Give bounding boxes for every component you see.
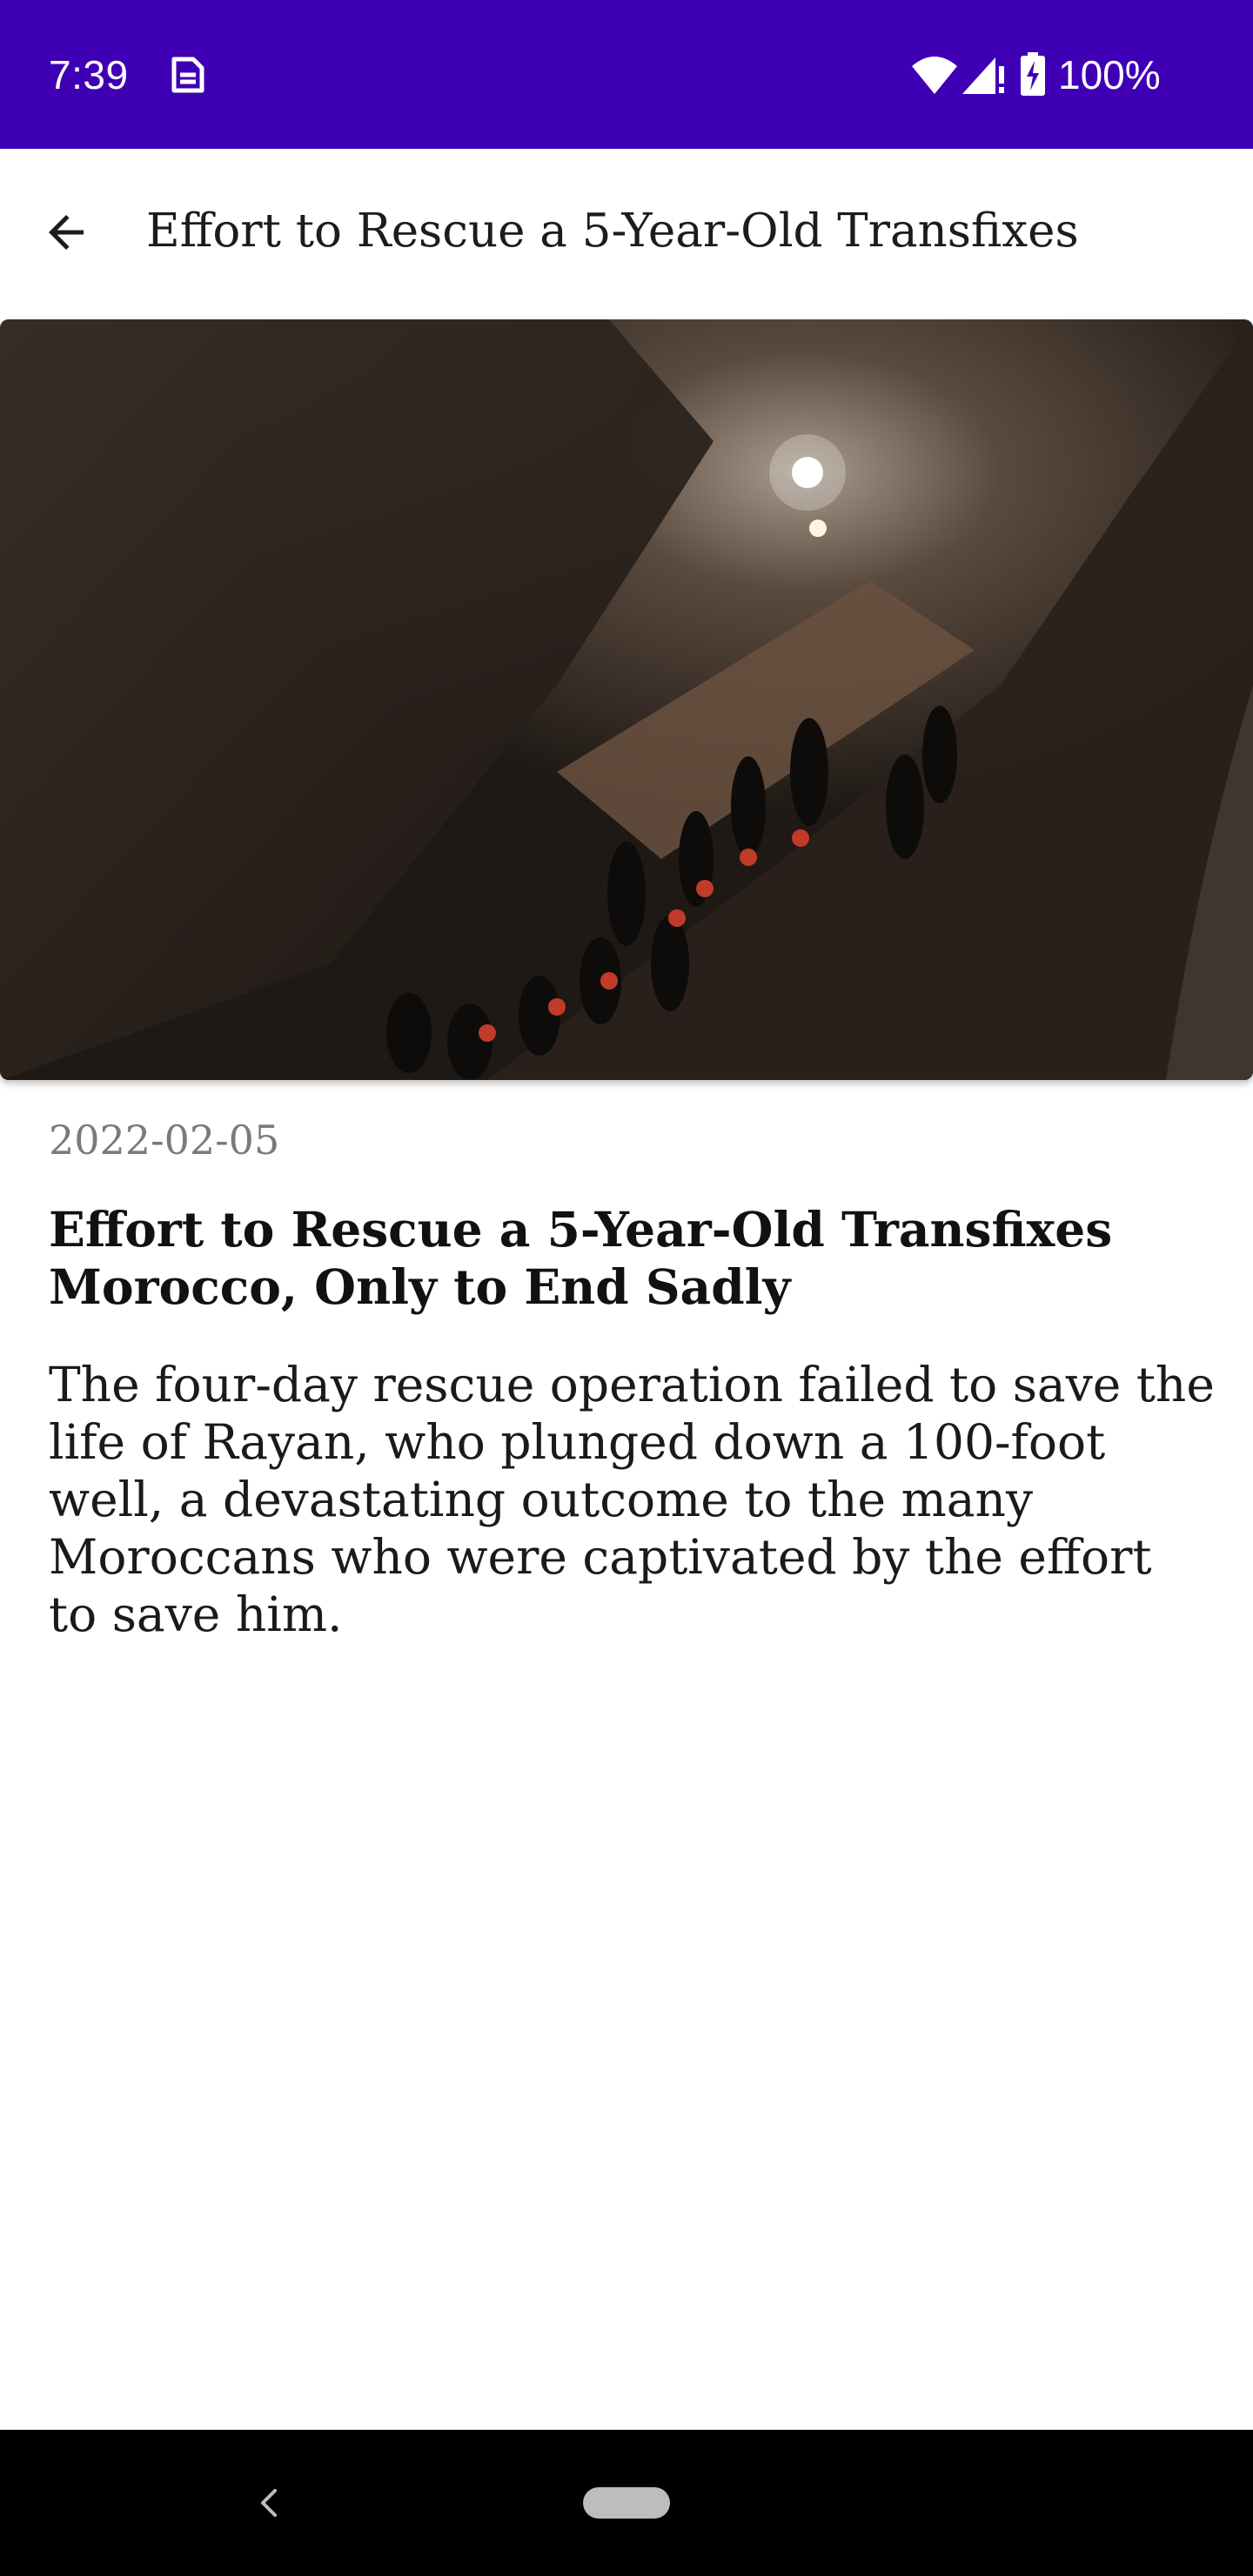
sim-card-icon xyxy=(167,54,207,96)
article-hero-image xyxy=(0,319,1253,1080)
article-body: The four-day rescue operation failed to … xyxy=(49,1357,1215,1642)
battery-percentage: 100% xyxy=(1058,52,1161,97)
status-time: 7:39 xyxy=(49,52,129,97)
back-button[interactable] xyxy=(21,187,111,278)
wifi-icon xyxy=(910,54,959,96)
status-bar: 7:39 100% xyxy=(0,0,1253,149)
system-navigation-bar xyxy=(0,2430,1253,2576)
article-title: Effort to Rescue a 5-Year-Old Transfixes… xyxy=(49,1201,1113,1315)
home-pill-icon[interactable] xyxy=(583,2487,670,2519)
nav-back-icon xyxy=(261,2489,277,2517)
article-date: 2022-02-05 xyxy=(49,1117,280,1164)
nav-back-button[interactable] xyxy=(235,2468,305,2538)
battery-charging-icon xyxy=(1020,52,1046,96)
cell-signal-icon xyxy=(961,54,1006,96)
app-bar: Effort to Rescue a 5-Year-Old Transfixes xyxy=(0,149,1253,319)
arrow-back-icon xyxy=(49,215,84,250)
app-bar-title: Effort to Rescue a 5-Year-Old Transfixes xyxy=(146,205,1079,258)
